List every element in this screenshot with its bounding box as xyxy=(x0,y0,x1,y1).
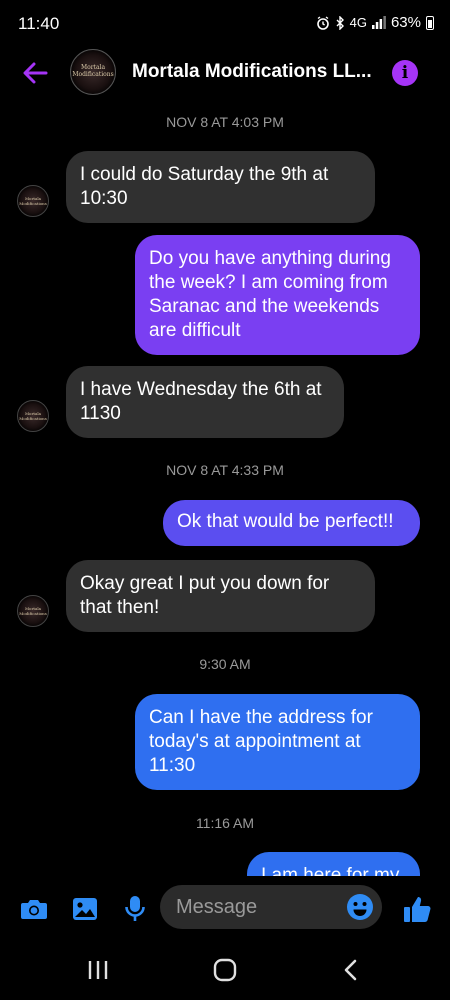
message-line: today's at appointment at xyxy=(149,731,361,752)
avatar-logo: Mortala Modifications xyxy=(72,64,114,78)
conversation[interactable]: NOV 8 AT 4:03 PM Mortala Modifications I… xyxy=(0,102,450,876)
message-composer xyxy=(0,876,450,940)
system-nav-bar xyxy=(0,940,450,1000)
emoji-button[interactable] xyxy=(346,893,374,921)
message-line: I could do Saturday the 9th at xyxy=(80,164,329,185)
chat-header: Mortala Modifications Mortala Modificati… xyxy=(0,44,450,102)
alarm-icon xyxy=(316,15,329,30)
battery-percent: 63% xyxy=(390,14,421,31)
contact-name[interactable]: Mortala Modifications LL... xyxy=(132,61,372,83)
message-line: 11:30 xyxy=(149,755,196,776)
message-line: 1130 xyxy=(80,403,121,424)
avatar-logo: Mortala Modifications xyxy=(19,196,47,206)
battery-icon xyxy=(426,15,434,30)
timestamp: NOV 8 AT 4:03 PM xyxy=(166,114,284,130)
message-line: that then! xyxy=(80,597,160,618)
home-button[interactable] xyxy=(209,956,241,984)
status-icons: 4G 63% xyxy=(316,14,434,31)
message-line: Do you have anything during xyxy=(149,248,391,269)
avatar-logo: Mortala Modifications xyxy=(19,411,47,421)
message-line: I am here for my xyxy=(261,865,400,876)
network-label: 4G xyxy=(349,15,367,30)
status-bar: 11:40 4G 63% xyxy=(0,0,450,48)
message-bubble-outgoing[interactable]: I am here for my xyxy=(247,852,420,876)
message-input[interactable] xyxy=(176,885,336,929)
message-line: 10:30 xyxy=(80,188,128,209)
like-button[interactable] xyxy=(402,894,432,924)
message-input-wrapper xyxy=(160,885,382,929)
message-line: Ok that would be perfect!! xyxy=(177,511,394,532)
message-bubble-outgoing[interactable]: Do you have anything during the week? I … xyxy=(135,235,420,355)
info-button[interactable]: i xyxy=(392,60,418,86)
message-line: I have Wednesday the 6th at xyxy=(80,379,322,400)
contact-avatar[interactable]: Mortala Modifications xyxy=(70,49,116,95)
emoji-icon xyxy=(347,894,373,920)
message-bubble-incoming[interactable]: Okay great I put you down for that then! xyxy=(66,560,375,632)
timestamp: 11:16 AM xyxy=(195,815,255,831)
timestamp: NOV 8 AT 4:33 PM xyxy=(166,462,284,478)
thumbs-up-icon xyxy=(404,897,431,922)
message-bubble-outgoing[interactable]: Ok that would be perfect!! xyxy=(163,500,420,546)
microphone-button[interactable] xyxy=(120,894,150,924)
message-line: Okay great I put you down for xyxy=(80,573,330,594)
back-button[interactable] xyxy=(18,56,52,90)
info-icon: i xyxy=(401,63,409,83)
camera-button[interactable] xyxy=(19,894,49,924)
camera-icon xyxy=(21,900,47,919)
message-line: the week? I am coming from xyxy=(149,272,388,293)
message-line: Can I have the address for xyxy=(149,707,373,728)
message-line: are difficult xyxy=(149,320,241,341)
status-time: 11:40 xyxy=(18,14,60,33)
arrow-left-icon xyxy=(23,62,48,84)
signal-icon xyxy=(371,16,386,29)
bluetooth-icon xyxy=(336,15,344,30)
recents-icon xyxy=(88,961,108,979)
message-bubble-outgoing[interactable]: Can I have the address for today's at ap… xyxy=(135,694,420,790)
message-bubble-incoming[interactable]: I could do Saturday the 9th at 10:30 xyxy=(66,151,375,223)
avatar-logo: Mortala Modifications xyxy=(19,606,47,616)
sender-avatar: Mortala Modifications xyxy=(17,400,49,432)
back-icon xyxy=(344,959,357,981)
back-nav-button[interactable] xyxy=(335,956,367,984)
message-line: Saranac and the weekends xyxy=(149,296,380,317)
gallery-button[interactable] xyxy=(70,894,100,924)
timestamp: 9:30 AM xyxy=(199,656,251,672)
gallery-icon xyxy=(73,898,97,920)
sender-avatar: Mortala Modifications xyxy=(17,595,49,627)
microphone-icon xyxy=(125,896,145,921)
message-bubble-incoming[interactable]: I have Wednesday the 6th at 1130 xyxy=(66,366,344,438)
recents-button[interactable] xyxy=(82,956,114,984)
home-icon xyxy=(213,958,237,982)
sender-avatar: Mortala Modifications xyxy=(17,185,49,217)
